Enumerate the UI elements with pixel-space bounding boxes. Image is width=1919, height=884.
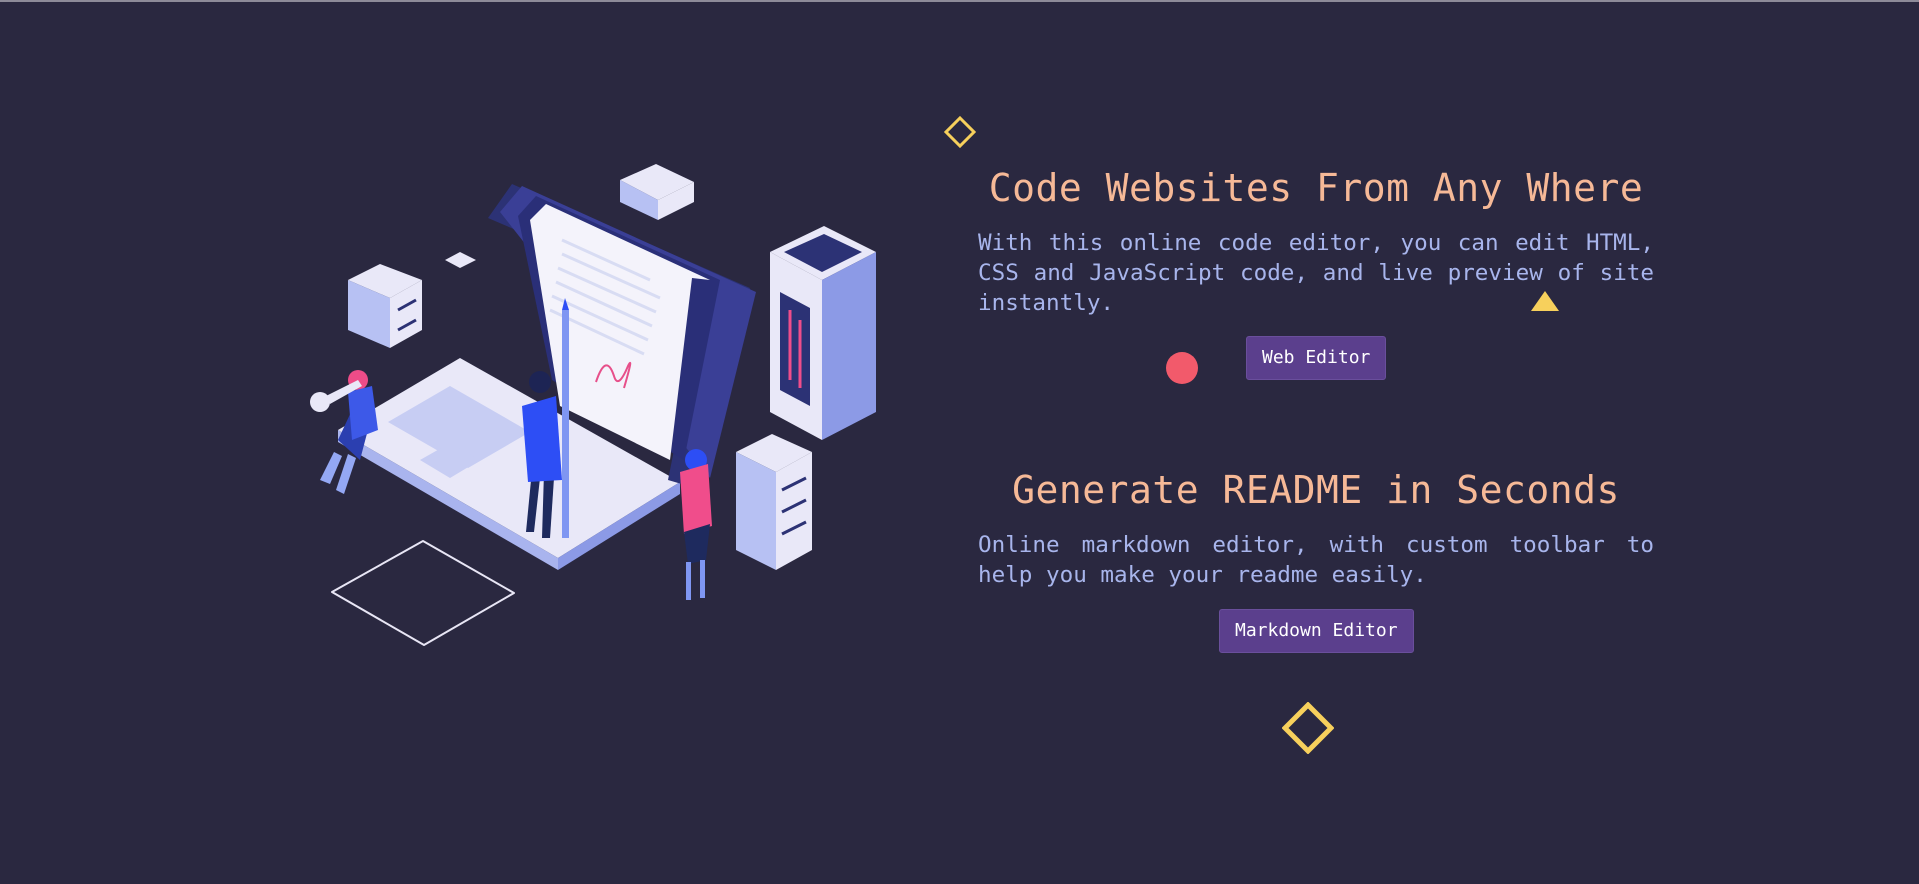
section-title: Generate README in Seconds: [1012, 468, 1620, 512]
server-icon: [348, 264, 422, 348]
diamond-outline-icon: [944, 116, 976, 148]
hero-illustration: [310, 164, 876, 646]
triangle-icon: [1531, 291, 1559, 311]
server-icon: [620, 164, 694, 220]
floor-outline: [331, 540, 515, 646]
top-border: [0, 0, 1919, 2]
diamond-outline-icon: [1282, 702, 1334, 754]
server-icon: [736, 434, 812, 570]
markdown-editor-button[interactable]: Markdown Editor: [1219, 609, 1414, 653]
web-editor-button[interactable]: Web Editor: [1246, 336, 1387, 380]
circle-dot-icon: [1166, 352, 1198, 384]
section-description: Online markdown editor, with custom tool…: [978, 532, 1654, 588]
section-markdown-editor: Generate README in Seconds Online markdo…: [978, 462, 1654, 590]
server-icon: [770, 226, 876, 440]
section-title: Code Websites From Any Where: [988, 166, 1644, 210]
person-icon: [680, 449, 712, 600]
